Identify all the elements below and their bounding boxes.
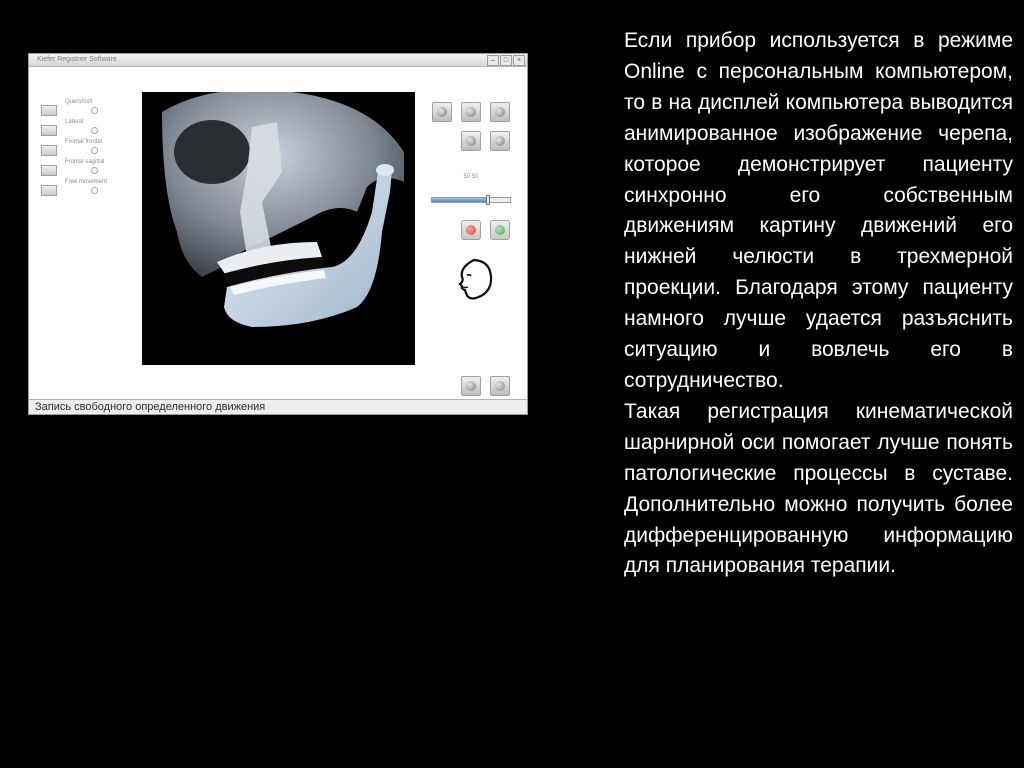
view-option-label: Free movement <box>65 179 108 185</box>
layers-icon <box>466 136 476 146</box>
zoom-out-button[interactable] <box>461 102 481 122</box>
view-options-panel: Quershnitt Lateral Frontal frontal Front… <box>37 98 125 198</box>
layers-button[interactable] <box>461 131 481 151</box>
view-option-label: Frontal frontal <box>65 139 103 145</box>
view-option-frontal-frontal[interactable]: Frontal frontal <box>37 138 125 158</box>
record-button[interactable] <box>461 220 481 240</box>
record-icon <box>466 225 476 235</box>
slider-label: 50 50 <box>463 174 479 180</box>
view-thumbnail-icon[interactable] <box>41 125 57 136</box>
settings-icon <box>495 381 505 391</box>
skull-3d-viewport[interactable] <box>142 92 415 365</box>
face-profile-icon[interactable] <box>454 257 494 301</box>
description-paragraph-2: Такая регистрация кинематической шарнирн… <box>624 399 1013 578</box>
view-thumbnail-icon[interactable] <box>41 185 57 196</box>
pen-button[interactable] <box>490 131 510 151</box>
pen-icon <box>495 136 505 146</box>
skull-animation <box>162 92 404 327</box>
reset-view-button[interactable] <box>490 102 510 122</box>
close-button[interactable]: × <box>513 55 525 66</box>
magnifier-minus-icon <box>466 107 476 117</box>
view-option-label: Lateral <box>65 119 84 125</box>
description-paragraph-1: Если прибор используется в режиме Online… <box>624 29 1013 392</box>
settings-button[interactable] <box>490 376 510 396</box>
speed-slider[interactable] <box>431 195 511 205</box>
save-button[interactable] <box>461 376 481 396</box>
description-text: Если прибор используется в режиме Online… <box>624 26 1013 582</box>
window-titlebar: Kiefer Registrier Software – □ × <box>29 54 527 67</box>
view-option-quershnitt[interactable]: Quershnitt <box>37 98 125 118</box>
view-radio[interactable] <box>91 107 98 114</box>
view-option-label: Frontal sagittal <box>65 159 105 165</box>
play-button[interactable] <box>490 220 510 240</box>
window-controls: – □ × <box>487 55 525 66</box>
view-option-frontal-sagittal[interactable]: Frontal sagittal <box>37 158 125 178</box>
magnifier-plus-icon <box>437 107 447 117</box>
slider-fill <box>432 198 489 202</box>
view-thumbnail-icon[interactable] <box>41 165 57 176</box>
view-radio[interactable] <box>91 187 98 194</box>
status-bar: Запись свободного определенного движения <box>29 399 527 414</box>
view-option-label: Quershnitt <box>65 99 93 105</box>
view-thumbnail-icon[interactable] <box>41 105 57 116</box>
minimize-button[interactable]: – <box>487 55 499 66</box>
view-radio[interactable] <box>91 127 98 134</box>
software-screenshot: Kiefer Registrier Software – □ × Quershn… <box>28 53 528 415</box>
maximize-button[interactable]: □ <box>500 55 512 66</box>
magnifier-icon <box>495 107 505 117</box>
play-icon <box>495 225 505 235</box>
view-option-lateral[interactable]: Lateral <box>37 118 125 138</box>
slider-thumb[interactable] <box>486 195 491 205</box>
status-text: Запись свободного определенного движения <box>35 401 266 413</box>
view-option-free-movement[interactable]: Free movement <box>37 178 125 198</box>
view-radio[interactable] <box>91 147 98 154</box>
view-thumbnail-icon[interactable] <box>41 145 57 156</box>
window-title: Kiefer Registrier Software <box>37 56 117 63</box>
save-icon <box>466 381 476 391</box>
zoom-in-button[interactable] <box>432 102 452 122</box>
view-radio[interactable] <box>91 167 98 174</box>
